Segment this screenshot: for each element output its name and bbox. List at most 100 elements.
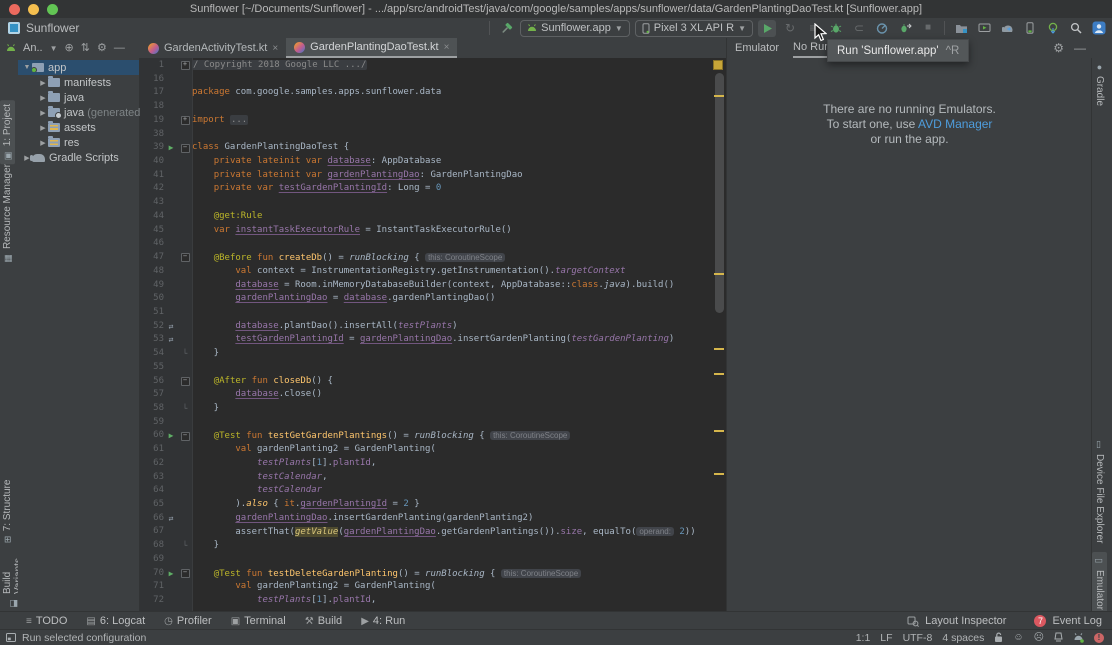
code-line[interactable]: 55: [140, 361, 710, 375]
code-line[interactable]: 63 testCalendar,: [140, 471, 710, 485]
debug-button[interactable]: [827, 20, 845, 37]
error-notification-icon[interactable]: !: [1094, 633, 1104, 643]
layout-inspector-button[interactable]: Layout Inspector: [925, 615, 1006, 627]
apply-changes-icon[interactable]: [896, 20, 914, 37]
code-line[interactable]: 50 gardenPlantingDao = database.gardenPl…: [140, 292, 710, 306]
code-line[interactable]: 60▶− @Test fun testGetGardenPlantings() …: [140, 429, 710, 443]
code-editor[interactable]: 1+/ Copyright 2018 Google LLC .../1617pa…: [140, 58, 726, 612]
fold-expand-icon[interactable]: +: [181, 61, 190, 70]
event-log-button[interactable]: Event Log: [1052, 615, 1102, 627]
panel-settings-icon[interactable]: ⚙: [97, 42, 107, 54]
code-line[interactable]: 43: [140, 196, 710, 210]
tool-window-button-7-structure[interactable]: ⊞7: Structure: [0, 476, 15, 547]
fold-collapse-icon[interactable]: −: [181, 144, 190, 153]
avd-manager-link[interactable]: AVD Manager: [918, 117, 992, 131]
code-line[interactable]: 16: [140, 73, 710, 87]
view-selector[interactable]: An..: [23, 42, 43, 54]
tool-window-button-device-file-explorer[interactable]: ▯Device File Explorer: [1092, 436, 1107, 547]
code-line[interactable]: 66⇄ gardenPlantingDao.insertGardenPlanti…: [140, 512, 710, 526]
collapse-arrow-icon[interactable]: ▼: [22, 64, 32, 71]
run-test-gutter-icon[interactable]: ▶: [164, 141, 178, 155]
emulator-toolbar-icon[interactable]: [975, 20, 993, 37]
happy-feedback-icon[interactable]: ☺: [1013, 632, 1023, 643]
tree-item-java[interactable]: ▶java(generated): [18, 105, 139, 120]
fold-collapse-icon[interactable]: −: [181, 377, 190, 386]
android-process-icon[interactable]: [1073, 632, 1084, 643]
code-line[interactable]: 67 assertThat(getValue(gardenPlantingDao…: [140, 525, 710, 539]
code-line[interactable]: 64 testCalendar: [140, 484, 710, 498]
profile-avatar-icon[interactable]: [1090, 20, 1108, 37]
warning-stripe-mark[interactable]: [714, 348, 724, 350]
code-line[interactable]: 47− @Before fun createDb() = runBlocking…: [140, 251, 710, 265]
code-line[interactable]: 41 private lateinit var gardenPlantingDa…: [140, 169, 710, 183]
tree-item-res[interactable]: ▶res: [18, 135, 139, 150]
run-button[interactable]: [758, 20, 776, 37]
warning-stripe-mark[interactable]: [714, 473, 724, 475]
status-indicator[interactable]: LF: [880, 632, 892, 644]
notifications-icon[interactable]: [1054, 632, 1063, 643]
fold-collapse-icon[interactable]: −: [181, 569, 190, 578]
tool-window-button-1-project[interactable]: ▣1: Project: [0, 100, 15, 164]
emulator-settings-icon[interactable]: ⚙: [1053, 42, 1064, 54]
tool-window-button-build[interactable]: ⚒Build: [305, 615, 342, 627]
status-indicator[interactable]: UTF-8: [903, 632, 933, 644]
run-test-gutter-icon[interactable]: ▶: [164, 429, 178, 443]
toolwindow-switcher-icon[interactable]: [6, 633, 16, 642]
code-line[interactable]: 19+import ...: [140, 114, 710, 128]
warning-stripe-mark[interactable]: [714, 373, 724, 375]
code-line[interactable]: 62 testPlants[1].plantId,: [140, 457, 710, 471]
code-line[interactable]: 65 ).also { it.gardenPlantingId = 2 }: [140, 498, 710, 512]
tree-item-app[interactable]: ▼app: [18, 60, 139, 75]
code-line[interactable]: 54└ }: [140, 347, 710, 361]
expand-arrow-icon[interactable]: ▶: [38, 109, 48, 117]
stop-icon[interactable]: ■: [919, 20, 937, 37]
tool-window-button-profiler[interactable]: ◷Profiler: [164, 615, 212, 627]
code-line[interactable]: 72 testPlants[1].plantId,: [140, 594, 710, 608]
inspection-indicator[interactable]: [713, 60, 723, 70]
status-indicator[interactable]: 4 spaces: [942, 632, 984, 644]
tool-window-button-emulator[interactable]: ▭Emulator: [1092, 552, 1107, 614]
code-line[interactable]: 17package com.google.samples.apps.sunflo…: [140, 86, 710, 100]
code-line[interactable]: 1+/ Copyright 2018 Google LLC .../: [140, 59, 710, 73]
locate-file-icon[interactable]: ⊕: [65, 42, 74, 54]
code-line[interactable]: 48 val context = InstrumentationRegistry…: [140, 265, 710, 279]
avd-manager-icon[interactable]: [1021, 20, 1039, 37]
tree-item-gradle-scripts[interactable]: ▶Gradle Scripts: [18, 150, 139, 165]
code-line[interactable]: 68└ }: [140, 539, 710, 553]
code-line[interactable]: 56− @After fun closeDb() {: [140, 375, 710, 389]
rerun-icon[interactable]: ↻: [781, 20, 799, 37]
code-line[interactable]: 42 private var testGardenPlantingId: Lon…: [140, 182, 710, 196]
tool-window-button-todo[interactable]: ≡TODO: [26, 615, 67, 627]
profile-icon[interactable]: [873, 20, 891, 37]
tool-window-button-gradle[interactable]: ●Gradle: [1092, 58, 1107, 110]
code-line[interactable]: 44 @get:Rule: [140, 210, 710, 224]
gradle-sync-icon[interactable]: [998, 20, 1016, 37]
tool-window-button-resource-manager[interactable]: ▦Resource Manager: [0, 160, 15, 267]
editor-tab[interactable]: GardenActivityTest.kt×: [140, 38, 286, 58]
code-line[interactable]: 69: [140, 553, 710, 567]
code-line[interactable]: 46: [140, 237, 710, 251]
attach-debugger-icon[interactable]: ⊂: [850, 20, 868, 37]
device-manager-icon[interactable]: [952, 20, 970, 37]
code-line[interactable]: 70▶− @Test fun testDeleteGardenPlanting(…: [140, 567, 710, 581]
lock-icon[interactable]: [994, 632, 1003, 643]
expand-arrow-icon[interactable]: ▶: [38, 139, 48, 147]
code-line[interactable]: 57 database.close(): [140, 388, 710, 402]
tool-window-button-6-logcat[interactable]: ▤6: Logcat: [86, 615, 145, 627]
warning-stripe-mark[interactable]: [714, 273, 724, 275]
status-indicator[interactable]: 1:1: [856, 632, 871, 644]
hide-panel-icon[interactable]: —: [114, 42, 125, 54]
fold-expand-icon[interactable]: +: [181, 116, 190, 125]
fold-collapse-icon[interactable]: −: [181, 432, 190, 441]
warning-stripe-mark[interactable]: [714, 95, 724, 97]
device-dropdown[interactable]: Pixel 3 XL API R ▼: [635, 20, 753, 37]
build-hammer-icon[interactable]: [497, 20, 515, 37]
code-line[interactable]: 18: [140, 100, 710, 114]
code-line[interactable]: 58└ }: [140, 402, 710, 416]
code-line[interactable]: 51: [140, 306, 710, 320]
code-line[interactable]: 38: [140, 128, 710, 142]
sad-feedback-icon[interactable]: ☹: [1034, 632, 1044, 643]
code-line[interactable]: 39▶−class GardenPlantingDaoTest {: [140, 141, 710, 155]
tool-window-button-terminal[interactable]: ▣Terminal: [231, 615, 286, 627]
code-line[interactable]: 40 private lateinit var database: AppDat…: [140, 155, 710, 169]
